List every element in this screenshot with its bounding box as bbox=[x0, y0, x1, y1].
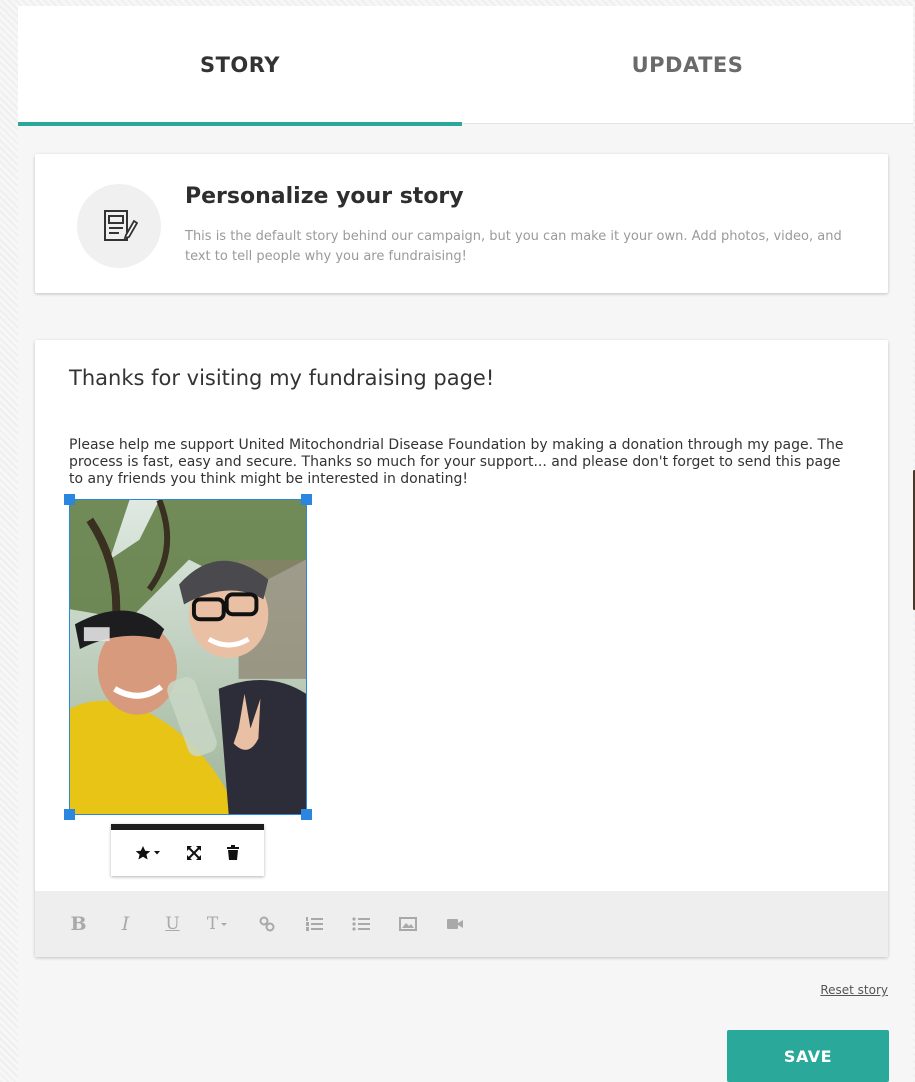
personalize-card: Personalize your story This is the defau… bbox=[35, 154, 888, 293]
underline-button[interactable]: U bbox=[149, 909, 196, 939]
resize-handle-top-left[interactable] bbox=[64, 494, 75, 505]
story-editor[interactable]: Thanks for visiting my fundraising page!… bbox=[35, 340, 888, 957]
text-size-button[interactable]: T bbox=[196, 909, 243, 939]
tab-story[interactable]: STORY bbox=[18, 6, 462, 126]
personalize-title: Personalize your story bbox=[185, 184, 464, 209]
story-heading[interactable]: Thanks for visiting my fundraising page! bbox=[69, 366, 494, 390]
resize-icon[interactable] bbox=[186, 845, 202, 861]
text-size-caret-icon bbox=[221, 923, 228, 926]
image-icon[interactable] bbox=[384, 909, 431, 939]
save-button[interactable]: SAVE bbox=[727, 1030, 889, 1082]
story-panel: STORY UPDATES Personalize your story Thi… bbox=[18, 6, 913, 1082]
text-size-label: T bbox=[206, 914, 219, 934]
bold-button[interactable]: B bbox=[55, 909, 102, 939]
trash-icon[interactable] bbox=[226, 845, 240, 861]
tab-bar: STORY UPDATES bbox=[18, 6, 913, 126]
italic-button[interactable]: I bbox=[102, 909, 149, 939]
link-icon[interactable] bbox=[243, 909, 290, 939]
image-toolbar bbox=[111, 824, 264, 876]
reset-story-link[interactable]: Reset story bbox=[820, 983, 888, 997]
story-body[interactable]: Please help me support United Mitochondr… bbox=[69, 437, 859, 488]
tab-updates[interactable]: UPDATES bbox=[462, 6, 913, 124]
resize-handle-bottom-right[interactable] bbox=[301, 809, 312, 820]
unordered-list-icon[interactable] bbox=[337, 909, 384, 939]
resize-handle-bottom-left[interactable] bbox=[64, 809, 75, 820]
format-toolbar: B I U T bbox=[35, 891, 888, 957]
personalize-description: This is the default story behind our cam… bbox=[185, 229, 842, 264]
star-dropdown-icon[interactable] bbox=[135, 845, 163, 861]
story-photo[interactable] bbox=[64, 494, 312, 820]
selfie-photo bbox=[70, 500, 306, 814]
resize-handle-top-right[interactable] bbox=[301, 494, 312, 505]
edit-document-icon bbox=[77, 184, 161, 268]
ordered-list-icon[interactable] bbox=[290, 909, 337, 939]
video-icon[interactable] bbox=[431, 909, 478, 939]
